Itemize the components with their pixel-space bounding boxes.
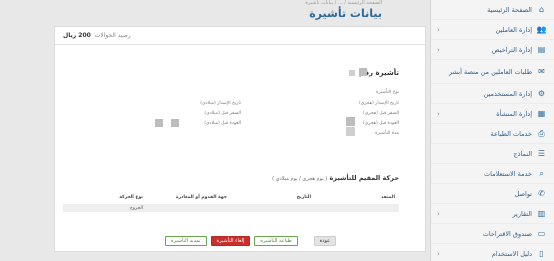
return-before-hijri-label: العودة قبل (هجري) xyxy=(362,121,399,126)
balance-label: رصيد الحوالات xyxy=(94,32,131,39)
book-icon: ▯ xyxy=(539,249,544,258)
sidebar-item-reports[interactable]: ▥ التقارير ‹ xyxy=(431,204,554,224)
sidebar-item-establishment[interactable]: ▦ إدارة المنشأة ‹ xyxy=(431,104,554,124)
sidebar-item-label: إدارة المستخدمين xyxy=(483,89,532,98)
user-cog-icon: ⚙ xyxy=(537,89,546,98)
cell-type: الخروج xyxy=(129,205,143,211)
redacted-value xyxy=(155,119,163,127)
sidebar-item-user-guide[interactable]: ▯ دليل الاستخدام ‹ xyxy=(431,244,554,261)
sidebar-item-label: دليل الاستخدام xyxy=(491,249,532,258)
movement-subtitle: ( يوم هجري / يوم ميلادي ) xyxy=(272,176,328,182)
column-header-port: المنفذ xyxy=(381,195,395,200)
redacted-visa-number xyxy=(359,68,367,76)
column-header-direction: جهة القدوم أو المغادرة xyxy=(175,195,227,200)
sidebar: ⌂ الصفحة الرئيسية 👥 إدارة العاملين ‹ ▤ إ… xyxy=(430,0,554,261)
chevron-left-icon: ‹ xyxy=(437,45,440,54)
back-button[interactable]: عودة xyxy=(313,236,337,246)
request-icon: ✉ xyxy=(538,67,545,76)
return-before-gregorian-label: العودة قبل (ميلادي) xyxy=(204,121,241,126)
sidebar-item-label: إدارة المنشأة xyxy=(496,109,532,118)
chevron-left-icon: ‹ xyxy=(437,25,440,34)
column-header-date: التاريخ xyxy=(296,195,311,200)
redacted-value xyxy=(346,117,355,126)
redacted-value xyxy=(346,127,355,136)
sidebar-item-home[interactable]: ⌂ الصفحة الرئيسية xyxy=(431,0,554,20)
sidebar-item-print-services[interactable]: ⎙ خدمات الطباعة xyxy=(431,124,554,144)
sidebar-item-suggestions[interactable]: ▭ صندوق الاقتراحات xyxy=(431,224,554,244)
sidebar-item-label: خدمات الطباعة xyxy=(490,129,532,138)
chat-icon: ✆ xyxy=(538,189,545,198)
top-bar: الصفحة الرئيسية / ... / بيانات تأشيرة بي… xyxy=(0,0,430,24)
license-icon: ▤ xyxy=(537,45,546,54)
column-header-type: نوع الحركة xyxy=(119,195,143,200)
travel-before-hijri-label: السفر قبل (هجري) xyxy=(363,111,399,116)
transfer-balance: رصيد الحوالات 200 ريال xyxy=(63,32,131,39)
movement-section-title: حركة المقيم للتأشيرة ( يوم هجري / يوم مي… xyxy=(272,174,399,182)
sidebar-item-users[interactable]: ⚙ إدارة المستخدمين xyxy=(431,84,554,104)
sidebar-item-label: النماذج xyxy=(513,149,532,158)
inbox-icon: ▭ xyxy=(537,229,546,238)
issue-date-gregorian-label: تاريخ الإصدار (ميلادي) xyxy=(200,101,241,106)
cancel-visa-button[interactable]: إلغاء التأشيرة xyxy=(210,236,251,246)
chevron-left-icon: ‹ xyxy=(437,209,440,218)
report-icon: ▥ xyxy=(537,209,546,218)
sidebar-item-workers[interactable]: 👥 إدارة العاملين ‹ xyxy=(431,20,554,40)
movement-table: المنفذ التاريخ جهة القدوم أو المغادرة نو… xyxy=(63,195,399,212)
sidebar-item-label: التقارير xyxy=(512,209,532,218)
sidebar-item-label: صندوق الاقتراحات xyxy=(482,229,532,238)
card-header: رصيد الحوالات 200 ريال xyxy=(55,27,425,45)
chevron-left-icon: ‹ xyxy=(437,109,440,118)
print-visa-button[interactable]: طباعة التأشيرة xyxy=(254,236,298,246)
chevron-left-icon: ‹ xyxy=(437,249,440,258)
travel-before-gregorian-label: السفر قبل (ميلادي) xyxy=(204,111,241,116)
breadcrumb[interactable]: الصفحة الرئيسية / ... / بيانات تأشيرة xyxy=(305,0,382,6)
redacted-visa-number xyxy=(349,70,355,76)
sidebar-item-inquiries[interactable]: ⌕ خدمة الاستعلامات xyxy=(431,164,554,184)
issue-date-hijri-label: تاريخ الإصدار (هجري) xyxy=(358,101,399,106)
page-title: بيانات تأشيرة xyxy=(309,7,382,20)
home-icon: ⌂ xyxy=(538,5,545,14)
redacted-value xyxy=(171,119,179,127)
visa-details-card: رصيد الحوالات 200 ريال تأشيرة رقم نوع ال… xyxy=(54,26,426,252)
sidebar-item-label: خدمة الاستعلامات xyxy=(484,169,532,178)
balance-value: 200 ريال xyxy=(63,32,91,39)
table-row: الخروج xyxy=(63,204,399,212)
sidebar-item-label: إدارة التراخيص xyxy=(491,45,532,54)
extend-visa-button[interactable]: تمديد التأشيرة xyxy=(165,236,207,246)
action-buttons: تمديد التأشيرة إلغاء التأشيرة طباعة التأ… xyxy=(165,236,337,246)
search-icon: ⌕ xyxy=(539,168,544,178)
sidebar-item-licenses[interactable]: ▤ إدارة التراخيص ‹ xyxy=(431,40,554,60)
visa-duration-label: مدة التأشيرة xyxy=(375,131,399,136)
forms-icon: ☰ xyxy=(537,149,546,158)
sidebar-item-absher-requests[interactable]: ✉ طلبات العاملين من منصة أبشر xyxy=(431,60,554,84)
sidebar-item-forms[interactable]: ☰ النماذج xyxy=(431,144,554,164)
building-icon: ▦ xyxy=(537,109,546,118)
sidebar-item-label: تواصل xyxy=(514,189,532,198)
print-icon: ⎙ xyxy=(538,128,545,138)
sidebar-item-contact[interactable]: ✆ تواصل xyxy=(431,184,554,204)
visa-type-label: نوع التأشيرة xyxy=(375,90,399,95)
sidebar-item-label: طلبات العاملين من منصة أبشر xyxy=(448,67,532,76)
users-icon: 👥 xyxy=(536,25,547,34)
table-header: المنفذ التاريخ جهة القدوم أو المغادرة نو… xyxy=(63,195,399,204)
sidebar-item-label: إدارة العاملين xyxy=(495,25,532,34)
sidebar-item-label: الصفحة الرئيسية xyxy=(487,5,532,14)
